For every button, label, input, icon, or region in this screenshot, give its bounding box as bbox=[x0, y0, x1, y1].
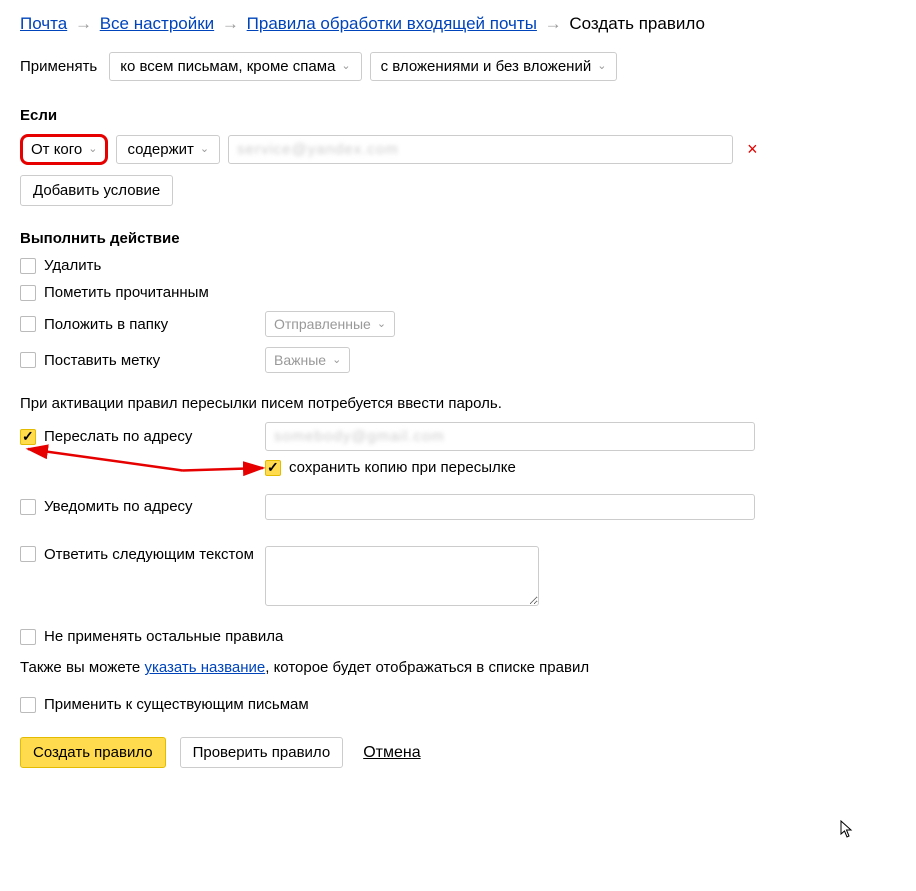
apply-scope-select[interactable]: ко всем письмам, кроме спама bbox=[109, 52, 361, 81]
forward-note: При активации правил пересылки писем пот… bbox=[20, 395, 896, 412]
reply-checkbox[interactable] bbox=[20, 546, 36, 562]
chevron-down-icon bbox=[377, 319, 386, 332]
folder-select-value: Отправленные bbox=[274, 316, 371, 332]
chevron-down-icon bbox=[341, 61, 350, 74]
action-set-label-row[interactable]: Поставить метку bbox=[20, 352, 255, 369]
breadcrumb-mail[interactable]: Почта bbox=[20, 14, 67, 33]
chevron-down-icon bbox=[88, 144, 97, 157]
skip-others-row[interactable]: Не применять остальные правила bbox=[20, 628, 283, 645]
apply-row: Применять ко всем письмам, кроме спама с… bbox=[20, 52, 896, 81]
action-forward-row: Переслать по адресу somebody@gmail.com bbox=[20, 422, 896, 451]
reply-textarea[interactable] bbox=[265, 546, 539, 606]
breadcrumb: Почта → Все настройки → Правила обработк… bbox=[20, 14, 896, 34]
label-select-value: Важные bbox=[274, 352, 326, 368]
forward-address-input[interactable]: somebody@gmail.com bbox=[265, 422, 755, 451]
condition-value-input[interactable]: service@yandex.com bbox=[228, 135, 733, 164]
action-mark-read-label: Пометить прочитанным bbox=[44, 284, 209, 301]
checkbox-unchecked-icon[interactable] bbox=[20, 258, 36, 274]
breadcrumb-rules[interactable]: Правила обработки входящей почты bbox=[247, 14, 537, 33]
apply-scope-value: ко всем письмам, кроме спама bbox=[120, 58, 335, 75]
apply-existing-checkbox[interactable] bbox=[20, 697, 36, 713]
if-title: Если bbox=[20, 107, 896, 124]
footer-row: Создать правило Проверить правило Отмена bbox=[20, 737, 896, 768]
arrow-icon: → bbox=[222, 14, 239, 33]
checkbox-unchecked-icon[interactable] bbox=[20, 285, 36, 301]
checkbox-unchecked-icon[interactable] bbox=[20, 316, 36, 332]
keep-copy-checkbox-wrap[interactable]: сохранить копию при пересылке bbox=[265, 459, 516, 476]
apply-existing-row[interactable]: Применить к существующим письмам bbox=[20, 696, 309, 713]
name-hint-row: Также вы можете указать название, которо… bbox=[20, 659, 896, 676]
forward-checkbox[interactable] bbox=[20, 429, 36, 445]
condition-field-select[interactable]: От кого bbox=[20, 134, 108, 165]
notify-checkbox[interactable] bbox=[20, 499, 36, 515]
arrow-icon: → bbox=[545, 14, 562, 33]
action-set-label-label: Поставить метку bbox=[44, 352, 160, 369]
skip-others-label: Не применять остальные правила bbox=[44, 628, 283, 645]
action-notify-row: Уведомить по адресу bbox=[20, 494, 896, 520]
cancel-link[interactable]: Отмена bbox=[363, 744, 420, 762]
keep-copy-checkbox[interactable] bbox=[265, 460, 281, 476]
keep-copy-row: сохранить копию при пересылке bbox=[265, 459, 896, 480]
apply-existing-label: Применить к существующим письмам bbox=[44, 696, 309, 713]
name-hint-suffix: , которое будет отображаться в списке пр… bbox=[265, 659, 589, 676]
name-link[interactable]: указать название bbox=[144, 659, 265, 676]
apply-attachments-select[interactable]: с вложениями и без вложений bbox=[370, 52, 618, 81]
condition-op-value: содержит bbox=[127, 141, 193, 158]
action-reply-row: Ответить следующим текстом bbox=[20, 546, 896, 607]
condition-op-select[interactable]: содержит bbox=[116, 135, 220, 164]
breadcrumb-all-settings[interactable]: Все настройки bbox=[100, 14, 214, 33]
check-rule-button[interactable]: Проверить правило bbox=[180, 737, 344, 768]
chevron-down-icon bbox=[597, 61, 606, 74]
do-title: Выполнить действие bbox=[20, 230, 896, 247]
keep-copy-label: сохранить копию при пересылке bbox=[289, 459, 516, 476]
folder-select[interactable]: Отправленные bbox=[265, 311, 395, 337]
action-move-folder-label: Положить в папку bbox=[44, 316, 168, 333]
action-mark-read-row[interactable]: Пометить прочитанным bbox=[20, 284, 209, 301]
reply-label: Ответить следующим текстом bbox=[44, 546, 254, 563]
condition-value-blurred: service@yandex.com bbox=[237, 141, 399, 158]
name-hint-prefix: Также вы можете bbox=[20, 659, 144, 676]
condition-row: От кого содержит service@yandex.com × bbox=[20, 134, 896, 165]
add-condition-button[interactable]: Добавить условие bbox=[20, 175, 173, 206]
checkbox-unchecked-icon[interactable] bbox=[20, 352, 36, 368]
condition-field-value: От кого bbox=[31, 141, 82, 158]
apply-label: Применять bbox=[20, 58, 97, 75]
skip-others-checkbox[interactable] bbox=[20, 629, 36, 645]
forward-label: Переслать по адресу bbox=[44, 428, 192, 445]
remove-condition-icon[interactable]: × bbox=[747, 139, 758, 160]
arrow-icon: → bbox=[75, 14, 92, 33]
notify-label: Уведомить по адресу bbox=[44, 498, 193, 515]
action-move-folder-row[interactable]: Положить в папку bbox=[20, 316, 255, 333]
chevron-down-icon bbox=[200, 144, 209, 157]
create-rule-button[interactable]: Создать правило bbox=[20, 737, 166, 768]
label-select[interactable]: Важные bbox=[265, 347, 350, 373]
breadcrumb-current: Создать правило bbox=[569, 14, 705, 33]
reply-checkbox-wrap[interactable]: Ответить следующим текстом bbox=[20, 546, 254, 563]
action-delete-label: Удалить bbox=[44, 257, 101, 274]
mouse-cursor-icon bbox=[840, 820, 854, 843]
action-delete-row[interactable]: Удалить bbox=[20, 257, 101, 274]
notify-address-input[interactable] bbox=[265, 494, 755, 520]
chevron-down-icon bbox=[332, 355, 341, 368]
apply-attachments-value: с вложениями и без вложений bbox=[381, 58, 592, 75]
forward-address-blurred: somebody@gmail.com bbox=[274, 428, 445, 445]
